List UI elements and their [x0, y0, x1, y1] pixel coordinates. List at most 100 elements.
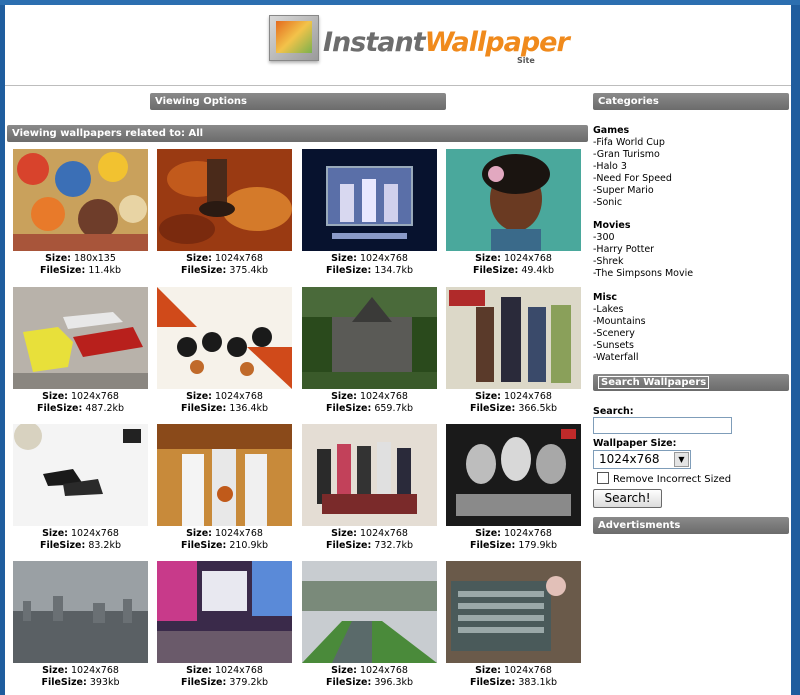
wallpaper-thumbnail[interactable] [446, 561, 581, 663]
site-logo[interactable]: InstantWallpaper [323, 27, 570, 58]
filesize-value: 136.4kb [229, 403, 269, 414]
wallpaper-thumbnail[interactable] [13, 561, 148, 663]
category-link[interactable]: -Shrek [593, 256, 693, 268]
filesize-label: FileSize: [325, 265, 372, 276]
category-group-movies: Movies -300 -Harry Potter -Shrek -The Si… [593, 220, 693, 280]
size-label: Size: [42, 665, 68, 676]
size-label: Size: [42, 528, 68, 539]
wallpaper-filesize-line: FileSize: 136.4kb [152, 403, 297, 415]
filesize-value: 487.2kb [85, 403, 125, 414]
wallpaper-thumbnail[interactable] [157, 149, 292, 251]
size-value: 1024x768 [503, 528, 552, 539]
filesize-label: FileSize: [180, 540, 227, 551]
size-value: 1024x768 [359, 253, 408, 264]
wallpaper-thumbnail[interactable] [13, 149, 148, 251]
remove-incorrect-label: Remove Incorrect Sized [613, 474, 732, 485]
chevron-down-icon[interactable]: ▼ [674, 452, 689, 467]
search-button[interactable]: Search! [593, 489, 662, 508]
category-link[interactable]: -Scenery [593, 328, 646, 340]
wallpaper-size-line: Size: 1024x768 [441, 391, 586, 403]
category-link[interactable]: -Fifa World Cup [593, 137, 672, 149]
filesize-value: 383.1kb [518, 677, 558, 688]
logo-subtext: Site [517, 56, 535, 65]
wallpaper-thumbnail[interactable] [13, 287, 148, 389]
wallpaper-caption: Size: 1024x768 FileSize: 659.7kb [297, 391, 442, 415]
filesize-label: FileSize: [39, 265, 86, 276]
wallpaper-size-line: Size: 1024x768 [152, 391, 297, 403]
category-link[interactable]: -Sunsets [593, 340, 646, 352]
category-link[interactable]: -Halo 3 [593, 161, 672, 173]
wallpaper-thumbnail[interactable] [302, 424, 437, 526]
wallpaper-thumbnail[interactable] [302, 149, 437, 251]
size-label: Size: [331, 253, 357, 264]
category-link[interactable]: -Need For Speed [593, 173, 672, 185]
advertisments-heading: Advertisments [593, 517, 789, 534]
wallpaper-thumbnail[interactable] [446, 149, 581, 251]
wallpaper-thumbnail[interactable] [446, 287, 581, 389]
filesize-label: FileSize: [180, 403, 227, 414]
size-value: 1024x768 [214, 391, 263, 402]
size-label: Size: [331, 391, 357, 402]
wallpaper-caption: Size: 1024x768 FileSize: 83.2kb [8, 528, 153, 552]
wallpaper-thumbnail[interactable] [157, 424, 292, 526]
filesize-value: 83.2kb [88, 540, 122, 551]
filesize-label: FileSize: [469, 677, 516, 688]
site-header: InstantWallpaper Site [5, 5, 791, 86]
wallpaper-caption: Size: 1024x768 FileSize: 366.5kb [441, 391, 586, 415]
wallpaper-caption: Size: 1024x768 FileSize: 210.9kb [152, 528, 297, 552]
wallpaper-caption: Size: 1024x768 FileSize: 379.2kb [152, 665, 297, 689]
search-label: Search: [593, 406, 634, 417]
wallpaper-caption: Size: 1024x768 FileSize: 383.1kb [441, 665, 586, 689]
viewing-options-bar[interactable]: Viewing Options [150, 93, 446, 110]
wallpaper-size-select[interactable]: 1024x768 ▼ [593, 450, 691, 469]
category-link[interactable]: -Harry Potter [593, 244, 693, 256]
category-link[interactable]: -Lakes [593, 304, 646, 316]
size-value: 1024x768 [359, 665, 408, 676]
wallpaper-caption: Size: 1024x768 FileSize: 393kb [8, 665, 153, 689]
category-link[interactable]: -Super Mario [593, 185, 672, 197]
size-label: Size: [45, 253, 71, 264]
filesize-label: FileSize: [39, 540, 86, 551]
wallpaper-filesize-line: FileSize: 179.9kb [441, 540, 586, 552]
wallpaper-filesize-line: FileSize: 11.4kb [8, 265, 153, 277]
wallpaper-thumbnail[interactable] [13, 424, 148, 526]
category-link[interactable]: -Sonic [593, 197, 672, 209]
filesize-value: 659.7kb [374, 403, 414, 414]
wallpaper-thumbnail[interactable] [302, 561, 437, 663]
category-link[interactable]: -The Simpsons Movie [593, 268, 693, 280]
category-link[interactable]: -Mountains [593, 316, 646, 328]
size-label: Size: [186, 665, 212, 676]
wallpaper-size-line: Size: 1024x768 [297, 391, 442, 403]
filesize-value: 366.5kb [518, 403, 558, 414]
size-value: 1024x768 [214, 665, 263, 676]
wallpaper-thumbnail[interactable] [446, 424, 581, 526]
category-link[interactable]: -Gran Turismo [593, 149, 672, 161]
search-input[interactable] [593, 417, 732, 434]
wallpaper-thumbnail[interactable] [302, 287, 437, 389]
wallpaper-size-line: Size: 1024x768 [297, 253, 442, 265]
size-value: 1024x768 [70, 391, 119, 402]
wallpaper-size-line: Size: 1024x768 [152, 528, 297, 540]
wallpaper-filesize-line: FileSize: 379.2kb [152, 677, 297, 689]
size-value: 1024x768 [503, 665, 552, 676]
remove-incorrect-checkbox[interactable] [597, 472, 609, 484]
logo-paintbrush-icon[interactable] [269, 15, 319, 61]
category-title: Games [593, 125, 630, 136]
filesize-label: FileSize: [180, 677, 227, 688]
wallpaper-size-line: Size: 1024x768 [441, 665, 586, 677]
size-value: 1024x768 [214, 253, 263, 264]
filesize-value: 49.4kb [521, 265, 555, 276]
category-link[interactable]: -300 [593, 232, 693, 244]
filesize-label: FileSize: [325, 403, 372, 414]
size-label: Size: [186, 391, 212, 402]
size-value: 1024x768 [214, 528, 263, 539]
wallpaper-size-label: Wallpaper Size: [593, 438, 677, 449]
size-value: 1024x768 [70, 665, 119, 676]
wallpaper-filesize-line: FileSize: 393kb [8, 677, 153, 689]
category-link[interactable]: -Waterfall [593, 352, 646, 364]
wallpaper-size-value: 1024x768 [599, 452, 660, 466]
wallpaper-thumbnail[interactable] [157, 561, 292, 663]
wallpaper-thumbnail[interactable] [157, 287, 292, 389]
size-label: Size: [475, 391, 501, 402]
category-title: Misc [593, 292, 617, 303]
